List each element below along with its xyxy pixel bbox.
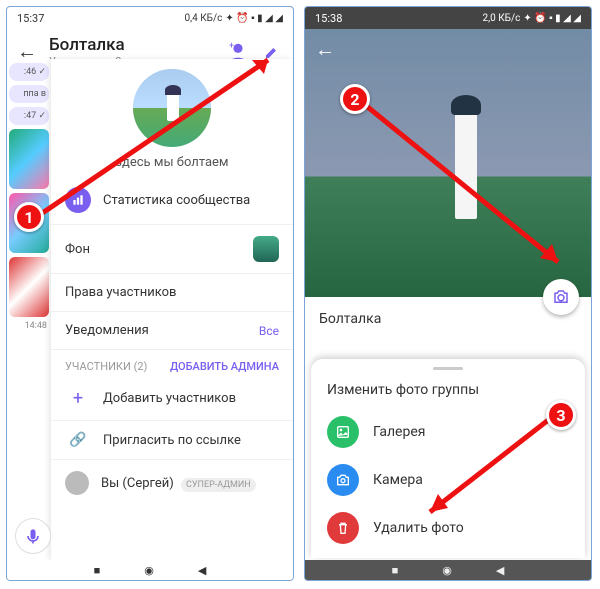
row-member-rights[interactable]: Права участников (51, 274, 293, 312)
peek-msg: :47 ✓ (9, 107, 49, 125)
avatar (65, 471, 89, 495)
back-icon[interactable]: ← (315, 37, 335, 62)
row-label: Уведомления (65, 323, 247, 338)
group-avatar-area: здесь мы болтаем (51, 59, 293, 176)
sheet-option-camera[interactable]: Камера (311, 456, 585, 504)
annotation-badge-2: 2 (340, 84, 370, 114)
peek-time: 14:48 (11, 321, 47, 331)
row-member-you[interactable]: Вы (Сергей) СУПЕР-АДМИН (51, 460, 293, 506)
photo-action-sheet: Изменить фото группы Галерея Камера Удал… (311, 359, 585, 558)
group-avatar[interactable] (133, 69, 211, 147)
section-label: УЧАСТНИКИ (2) (65, 360, 147, 373)
background-thumb (253, 236, 279, 262)
camera-icon (327, 464, 359, 496)
row-value: Все (259, 324, 279, 338)
row-label: Добавить участников (103, 391, 279, 406)
sticker-preview (9, 257, 49, 317)
peek-msg: :46 ✓ (9, 63, 49, 81)
nav-home-icon[interactable]: ◉ (144, 564, 154, 577)
android-nav-bar: ■ ◉ ◀ (305, 560, 591, 580)
voice-message-fab[interactable] (15, 518, 51, 554)
chat-peek-strip: :46 ✓ ппа в :47 ✓ 14:48 (7, 59, 51, 560)
status-bar: 15:37 0,4 КБ/с ✦ ⏰ ▪ ▮ ◢ ◢ (7, 7, 293, 29)
link-icon: 🔗 (65, 432, 91, 448)
option-label: Удалить фото (373, 520, 464, 536)
nav-recent-icon[interactable]: ■ (94, 564, 101, 577)
android-nav-bar: ■ ◉ ◀ (7, 560, 293, 580)
stats-icon (65, 187, 91, 213)
group-description: здесь мы болтаем (51, 155, 293, 170)
annotation-badge-3: 3 (546, 400, 576, 430)
sticker-preview (9, 129, 49, 189)
row-label: Фон (65, 242, 241, 257)
annotation-badge-1: 1 (14, 202, 44, 232)
nav-home-icon[interactable]: ◉ (442, 564, 452, 577)
settings-panel: здесь мы болтаем Статистика сообщества Ф… (51, 59, 293, 560)
status-right: 0,4 КБ/с ✦ ⏰ ▪ ▮ ◢ ◢ (185, 13, 283, 24)
nav-recent-icon[interactable]: ■ (392, 564, 399, 577)
gallery-icon (327, 416, 359, 448)
peek-msg: ппа в (9, 85, 49, 103)
status-time: 15:37 (17, 12, 44, 25)
row-community-stats[interactable]: Статистика сообщества (51, 176, 293, 225)
group-photo-hero: ← (305, 29, 591, 297)
sheet-option-delete[interactable]: Удалить фото (311, 504, 585, 552)
row-label: Пригласить по ссылке (103, 433, 279, 448)
row-notifications[interactable]: Уведомления Все (51, 312, 293, 350)
sheet-option-gallery[interactable]: Галерея (311, 408, 585, 456)
members-section-header: УЧАСТНИКИ (2) ДОБАВИТЬ АДМИНА (51, 350, 293, 377)
photo-content (455, 109, 477, 219)
sheet-handle[interactable] (433, 367, 463, 370)
status-time: 15:38 (315, 12, 342, 25)
plus-icon: + (65, 388, 91, 409)
change-photo-button[interactable] (543, 279, 579, 315)
row-label: Статистика сообщества (103, 193, 279, 208)
nav-back-icon[interactable]: ◀ (198, 564, 206, 577)
add-admin-link[interactable]: ДОБАВИТЬ АДМИНА (170, 360, 279, 373)
phone-left: 15:37 0,4 КБ/с ✦ ⏰ ▪ ▮ ◢ ◢ ← Болталка Уч… (6, 6, 294, 581)
trash-icon (327, 512, 359, 544)
row-label: Права участников (65, 285, 279, 300)
status-bar: 15:38 2,0 КБ/с ✦ ⏰ ▪ ▮ ◢ ◢ (305, 7, 591, 29)
chat-title: Болталка (49, 35, 215, 55)
option-label: Камера (373, 472, 423, 488)
row-background[interactable]: Фон (51, 225, 293, 274)
sheet-title: Изменить фото группы (311, 376, 585, 408)
option-label: Галерея (373, 424, 425, 440)
row-invite-link[interactable]: 🔗 Пригласить по ссылке (51, 421, 293, 460)
nav-back-icon[interactable]: ◀ (496, 564, 504, 577)
status-right: 2,0 КБ/с ✦ ⏰ ▪ ▮ ◢ ◢ (483, 13, 581, 24)
row-add-members[interactable]: + Добавить участников (51, 377, 293, 421)
role-badge: СУПЕР-АДМИН (181, 478, 256, 492)
member-name: Вы (Сергей) СУПЕР-АДМИН (101, 476, 279, 491)
svg-text:+: + (229, 41, 234, 51)
